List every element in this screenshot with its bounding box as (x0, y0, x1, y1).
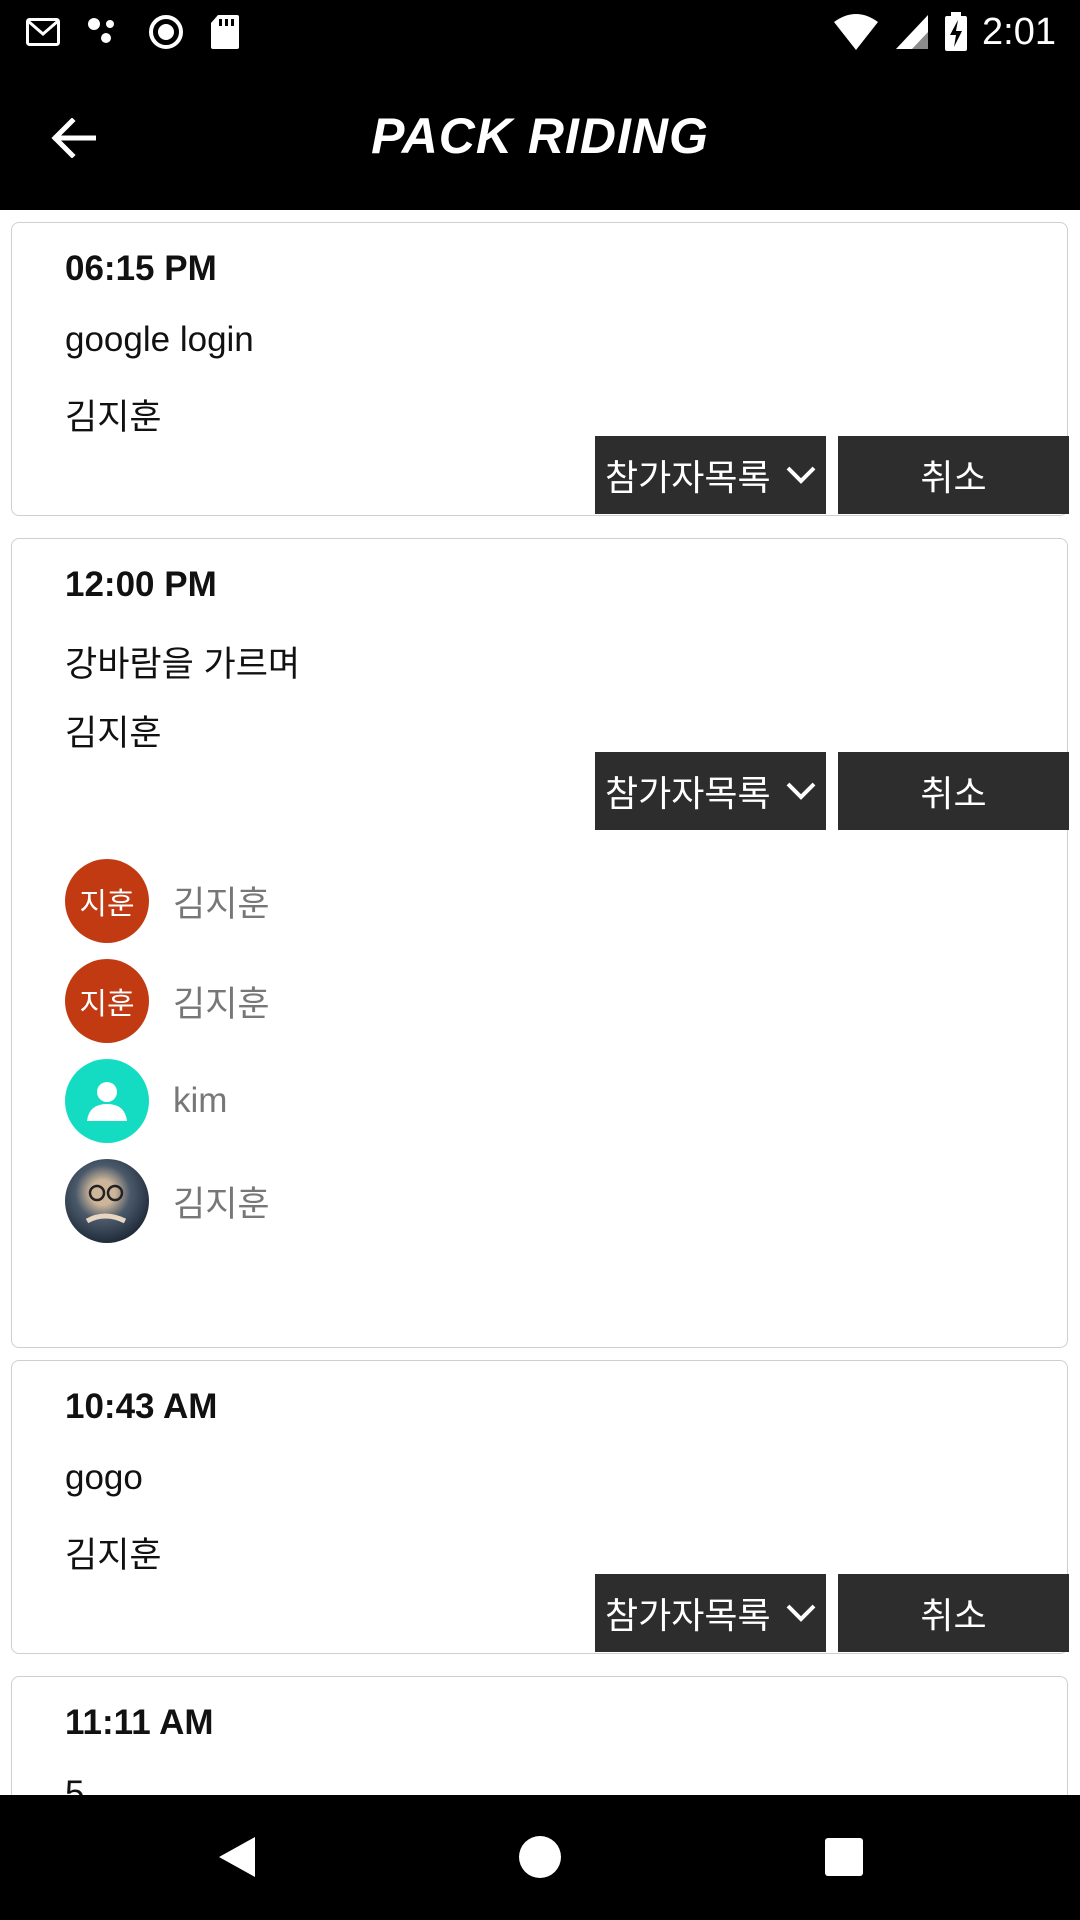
recents-square-icon (825, 1838, 863, 1876)
ride-host: 김지훈 (65, 1536, 162, 1575)
avatar-initials: 지훈 (79, 987, 135, 1022)
ride-time: 10:43 AM (65, 1387, 218, 1426)
home-circle-icon (519, 1836, 561, 1878)
cancel-label: 취소 (920, 774, 987, 815)
signal-icon (896, 15, 929, 49)
app-bar: PACK RIDING (0, 63, 1080, 210)
participants-label: 참가자목록 (605, 458, 771, 499)
participant-item: 지훈 김지훈 (65, 959, 270, 1043)
status-time: 2:01 (982, 10, 1056, 53)
ride-title: 강바람을 가르며 (65, 645, 301, 684)
avatar-initials: 지훈 (79, 887, 135, 922)
ride-list[interactable]: 06:15 PM google login 김지훈 참가자목록 취소 12:00… (0, 210, 1080, 1795)
cancel-button[interactable]: 취소 (838, 436, 1069, 514)
participant-name: 김지훈 (173, 884, 270, 924)
ride-title: 5 (65, 1774, 85, 1795)
ride-card: 10:43 AM gogo 김지훈 참가자목록 취소 (11, 1360, 1069, 1654)
avatar: 지훈 (65, 959, 149, 1043)
ride-title: google login (65, 320, 254, 359)
participants-label: 참가자목록 (605, 774, 771, 815)
wifi-icon (834, 14, 879, 50)
participant-item: kim (65, 1059, 227, 1143)
dots-icon (88, 18, 114, 43)
ride-time: 12:00 PM (65, 565, 217, 604)
ride-time: 06:15 PM (65, 249, 217, 288)
participants-button[interactable]: 참가자목록 (595, 752, 826, 830)
cancel-button[interactable]: 취소 (838, 752, 1069, 830)
participants-button[interactable]: 참가자목록 (595, 436, 826, 514)
avatar: 지훈 (65, 859, 149, 943)
photo-glasses-icon (85, 1184, 127, 1224)
ride-card: 12:00 PM 강바람을 가르며 김지훈 참가자목록 취소 지훈 김지훈 지훈… (11, 538, 1069, 1348)
system-nav-bar (0, 1795, 1080, 1920)
back-triangle-icon (219, 1837, 255, 1877)
ride-time: 11:11 AM (65, 1703, 214, 1742)
app-title: PACK RIDING (371, 108, 709, 164)
person-icon (87, 1082, 127, 1121)
nav-recents-button[interactable] (814, 1827, 874, 1887)
record-icon (149, 15, 183, 49)
participant-name: kim (173, 1081, 228, 1120)
chevron-down-icon (786, 1604, 816, 1622)
status-bar: 2:01 (0, 0, 1080, 63)
avatar (65, 1059, 149, 1143)
nav-back-button[interactable] (207, 1827, 267, 1887)
participants-label: 참가자목록 (605, 1596, 771, 1637)
participants-button[interactable]: 참가자목록 (595, 1574, 826, 1652)
sd-card-icon (211, 15, 239, 49)
status-left-icons (26, 10, 240, 54)
participant-item: 지훈 김지훈 (65, 859, 270, 943)
participant-item: 김지훈 (65, 1159, 270, 1243)
ride-host: 김지훈 (65, 714, 162, 753)
ride-card: 06:15 PM google login 김지훈 참가자목록 취소 (11, 222, 1069, 516)
cancel-label: 취소 (920, 458, 987, 499)
avatar-photo (65, 1159, 149, 1243)
ride-card: 11:11 AM 5 (11, 1676, 1068, 1795)
chevron-down-icon (786, 466, 816, 484)
participant-name: 김지훈 (173, 984, 270, 1024)
battery-charging-icon (945, 12, 968, 51)
ride-host: 김지훈 (65, 398, 162, 437)
gmail-icon (26, 18, 60, 46)
cancel-button[interactable]: 취소 (838, 1574, 1069, 1652)
status-right-icons: 2:01 (832, 8, 1056, 56)
nav-home-button[interactable] (510, 1827, 570, 1887)
ride-title: gogo (65, 1458, 143, 1497)
cancel-label: 취소 (920, 1596, 987, 1637)
chevron-down-icon (786, 782, 816, 800)
participant-name: 김지훈 (173, 1184, 270, 1224)
